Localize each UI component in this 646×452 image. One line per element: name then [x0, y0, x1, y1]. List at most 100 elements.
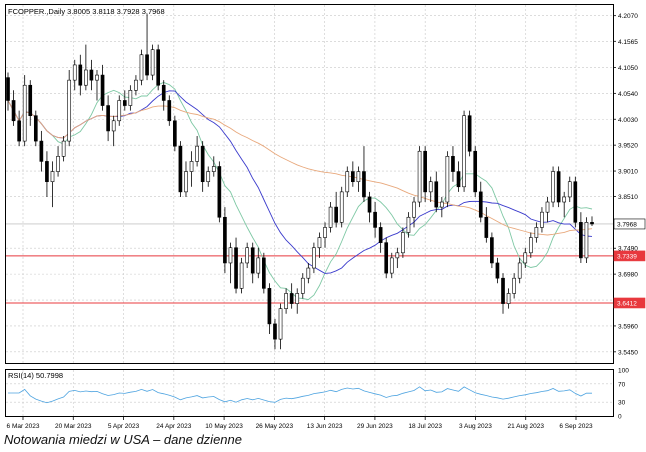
candle-body: [579, 222, 583, 259]
candle-body: [384, 242, 389, 274]
candle-body: [78, 64, 83, 86]
candle-body: [412, 201, 416, 218]
x-tick-label: 6 Mar 2023: [7, 423, 40, 430]
candle-body: [456, 171, 461, 188]
candle-body: [534, 227, 539, 238]
candle-body: [161, 84, 166, 101]
candle-body: [501, 277, 505, 304]
candle: [67, 69, 72, 147]
candle: [239, 257, 244, 294]
candle: [445, 151, 450, 208]
candle-body: [17, 120, 21, 142]
x-tick-label: 18 Jul 2023: [408, 423, 442, 430]
candle-body: [89, 69, 94, 81]
x-tick-label: 29 Jun 2023: [357, 423, 393, 430]
candle-body: [434, 181, 439, 208]
y-tick-label: 4.0540: [618, 91, 638, 98]
candle: [551, 166, 555, 208]
candle-body: [395, 252, 400, 259]
candle-body: [573, 181, 578, 223]
candle-body: [495, 262, 500, 279]
candle-body: [117, 100, 122, 122]
candle-body: [223, 216, 227, 264]
candle-body: [545, 201, 550, 213]
candle-body: [134, 79, 138, 91]
candle-body: [562, 196, 567, 203]
candle-body: [6, 77, 10, 101]
candle: [473, 146, 478, 197]
candle-body: [373, 211, 377, 228]
candle-body: [173, 120, 177, 147]
candle-body: [206, 171, 211, 183]
candle-body: [423, 150, 427, 193]
candle-body: [584, 222, 589, 259]
candle-body: [300, 277, 305, 294]
rsi-level-label: 0: [618, 414, 622, 421]
candle: [178, 141, 183, 197]
candle-body: [478, 191, 483, 218]
chart-background: [0, 0, 646, 452]
candle-body: [178, 145, 183, 193]
x-tick-label: 24 Apr 2023: [156, 423, 191, 430]
x-tick-label: 5 Apr 2023: [108, 423, 140, 430]
candle-body: [61, 140, 66, 157]
candle-body: [439, 201, 444, 208]
candle-body: [150, 49, 155, 76]
candle-body: [490, 237, 494, 264]
y-tick-label: 3.9010: [618, 169, 638, 176]
candle-body: [451, 156, 455, 172]
candle: [33, 110, 38, 147]
candle-body: [517, 262, 522, 279]
candle: [384, 237, 389, 279]
candle-body: [367, 196, 372, 213]
candle-body: [378, 227, 383, 243]
x-tick-label: 6 Sep 2023: [559, 423, 593, 430]
candle-body: [84, 69, 88, 86]
price-label: 3.6412: [617, 300, 637, 307]
x-tick-label: 20 Mar 2023: [55, 423, 92, 430]
candle-body: [417, 150, 422, 203]
candle-body: [39, 140, 44, 162]
candle-body: [284, 293, 288, 309]
candle-body: [22, 84, 27, 142]
candle-body: [317, 237, 322, 249]
candle: [339, 186, 344, 228]
candle-body: [295, 293, 300, 304]
candle-body: [339, 191, 344, 223]
candle-body: [389, 257, 394, 274]
chart-header: FCOPPER.,Daily 3.8005 3.8118 3.7928 3.79…: [8, 7, 165, 16]
candle-body: [95, 74, 99, 81]
candle-body: [567, 181, 572, 198]
candle-body: [72, 64, 77, 81]
candle-body: [428, 181, 433, 193]
candle-body: [50, 171, 55, 183]
candle-body: [211, 166, 216, 172]
x-tick-label: 26 May 2023: [256, 423, 294, 430]
candle-body: [228, 247, 233, 264]
candle: [467, 110, 472, 157]
candle: [262, 252, 266, 294]
candle: [584, 217, 589, 263]
candle: [22, 75, 27, 147]
candle-body: [362, 171, 366, 198]
candle-body: [323, 227, 327, 238]
candle-body: [100, 74, 105, 106]
candle-body: [401, 232, 405, 254]
candle-body: [528, 237, 533, 254]
candle-body: [273, 323, 277, 340]
candle-body: [523, 252, 528, 264]
candle: [156, 44, 161, 91]
candle: [217, 161, 222, 223]
candle-body: [239, 262, 244, 289]
candle-body: [278, 308, 283, 340]
price-label: 3.7339: [617, 253, 637, 260]
candle-body: [139, 54, 144, 81]
x-tick-label: 10 May 2023: [205, 423, 243, 430]
candle-body: [312, 247, 316, 269]
x-tick-label: 13 Jun 2023: [307, 423, 343, 430]
candle-body: [306, 267, 311, 279]
candle-body: [156, 49, 161, 86]
candle: [223, 207, 227, 274]
y-tick-label: 4.1050: [618, 65, 638, 72]
price-label: 3.7968: [617, 221, 637, 228]
